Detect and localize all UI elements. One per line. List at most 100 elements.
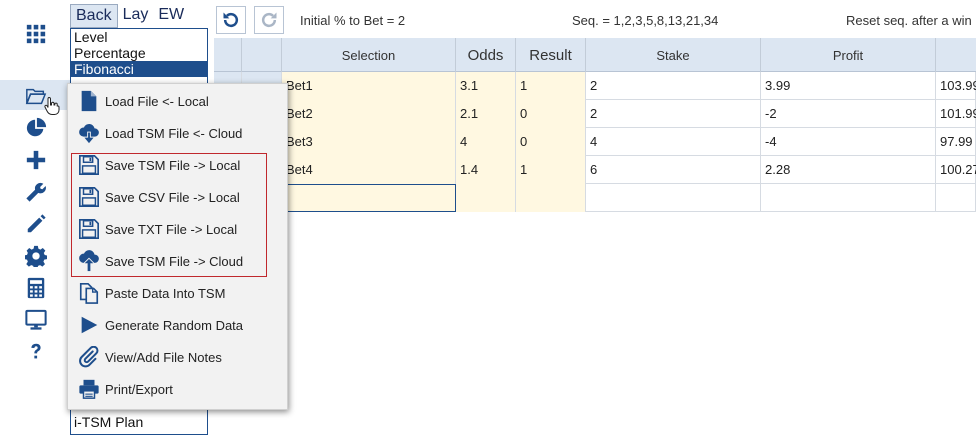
table-row: Bet2 2.1 0 2 -2 101.99: [214, 100, 976, 128]
cell-profit[interactable]: 3.99: [761, 72, 936, 100]
column-header-bank[interactable]: [936, 38, 976, 72]
cell-profit[interactable]: 2.28: [761, 156, 936, 184]
cell-selection[interactable]: Bet2: [282, 100, 456, 128]
cell-result[interactable]: 1: [516, 156, 586, 184]
tab-back[interactable]: Back: [70, 4, 118, 28]
row-handle-header: [242, 38, 282, 72]
menu-item-save-txt-local[interactable]: Save TXT File -> Local: [76, 214, 276, 244]
reset-sequence-text: Reset seq. after a win: [846, 13, 972, 28]
cell-result[interactable]: [516, 184, 586, 212]
menu-item-generate-random-data[interactable]: Generate Random Data: [76, 310, 276, 340]
table-row: Bet4 1.4 1 6 2.28 100.27: [214, 156, 976, 184]
monitor-icon[interactable]: [24, 308, 48, 332]
wrench-icon[interactable]: [24, 180, 48, 204]
menu-item-save-tsm-local[interactable]: Save TSM File -> Local: [76, 150, 276, 180]
column-header-result[interactable]: Result: [516, 38, 586, 72]
cell-profit[interactable]: [761, 184, 936, 212]
column-header-stake[interactable]: Stake: [586, 38, 761, 72]
menu-item-label: View/Add File Notes: [105, 349, 222, 365]
cell-bank[interactable]: 100.27: [936, 156, 976, 184]
method-item-fibonacci[interactable]: Fibonacci: [71, 61, 207, 77]
menu-item-paste-data[interactable]: Paste Data Into TSM: [76, 278, 276, 308]
sequence-text: Seq. = 1,2,3,5,8,13,21,34: [572, 13, 719, 28]
column-header-selection[interactable]: Selection: [282, 38, 456, 72]
cell-stake[interactable]: 4: [586, 128, 761, 156]
redo-icon: [261, 12, 277, 28]
left-icon-rail: [0, 0, 70, 435]
menu-item-file-notes[interactable]: View/Add File Notes: [76, 342, 276, 372]
menu-item-label: Save TXT File -> Local: [105, 221, 238, 237]
bet-type-tabs: Back Lay EW: [70, 4, 208, 28]
cell-result[interactable]: 1: [516, 72, 586, 100]
menu-item-label: Print/Export: [105, 381, 173, 397]
menu-item-print-export[interactable]: Print/Export: [76, 374, 276, 404]
menu-item-label: Save CSV File -> Local: [105, 189, 240, 205]
grid-header-row: Selection Odds Result Stake Profit: [214, 38, 976, 72]
menu-item-label: Generate Random Data: [105, 317, 244, 333]
cell-selection[interactable]: Bet4: [282, 156, 456, 184]
paste-icon: [76, 280, 102, 306]
cell-selection[interactable]: Bet3: [282, 128, 456, 156]
apps-grid-icon[interactable]: [24, 22, 48, 46]
menu-item-save-tsm-cloud[interactable]: Save TSM File -> Cloud: [76, 246, 276, 276]
redo-button[interactable]: [254, 6, 284, 34]
initial-percent-text: Initial % to Bet = 2: [300, 13, 406, 28]
play-icon: [76, 312, 102, 338]
cell-profit[interactable]: -4: [761, 128, 936, 156]
calculator-icon[interactable]: [24, 276, 48, 300]
cell-bank[interactable]: 101.99: [936, 100, 976, 128]
cell-stake[interactable]: 6: [586, 156, 761, 184]
menu-item-label: Load File <- Local: [105, 93, 209, 109]
tab-ew[interactable]: EW: [153, 4, 189, 28]
cell-odds[interactable]: 1.4: [456, 156, 516, 184]
cell-stake[interactable]: 2: [586, 100, 761, 128]
menu-item-save-csv-local[interactable]: Save CSV File -> Local: [76, 182, 276, 212]
menu-item-label: Load TSM File <- Cloud: [105, 125, 243, 141]
plus-icon[interactable]: [24, 148, 48, 172]
cell-bank[interactable]: 97.99: [936, 128, 976, 156]
cell-odds[interactable]: [456, 184, 516, 212]
floppy-disk-icon: [76, 184, 102, 210]
menu-item-label: Paste Data Into TSM: [105, 285, 226, 301]
menu-item-label: Save TSM File -> Local: [105, 157, 241, 173]
column-header-profit[interactable]: Profit: [761, 38, 936, 72]
help-question-icon[interactable]: [24, 340, 48, 364]
row-number-header: [214, 38, 242, 72]
cell-odds[interactable]: 4: [456, 128, 516, 156]
cell-result[interactable]: 0: [516, 100, 586, 128]
cell-bank[interactable]: 103.99: [936, 72, 976, 100]
menu-item-load-tsm-cloud[interactable]: Load TSM File <- Cloud: [76, 118, 276, 148]
cell-odds[interactable]: 3.1: [456, 72, 516, 100]
cell-selection[interactable]: Bet1: [282, 72, 456, 100]
cell-stake[interactable]: 2: [586, 72, 761, 100]
tab-lay[interactable]: Lay: [118, 4, 154, 28]
pie-chart-icon[interactable]: [24, 116, 48, 140]
method-item-itsm-plan[interactable]: i-TSM Plan: [74, 414, 143, 430]
menu-item-load-file-local[interactable]: Load File <- Local: [76, 86, 276, 116]
method-item-level[interactable]: Level: [71, 29, 207, 45]
method-item-percentage[interactable]: Percentage: [71, 45, 207, 61]
table-row: [214, 184, 976, 212]
cell-selection-active[interactable]: [282, 184, 456, 212]
cell-result[interactable]: 0: [516, 128, 586, 156]
undo-button[interactable]: [216, 6, 246, 34]
printer-icon: [76, 376, 102, 402]
table-row: Bet1 3.1 1 2 3.99 103.99: [214, 72, 976, 100]
cell-stake[interactable]: [586, 184, 761, 212]
undo-icon: [223, 12, 239, 28]
cell-profit[interactable]: -2: [761, 100, 936, 128]
column-header-odds[interactable]: Odds: [456, 38, 516, 72]
hand-cursor-icon: [44, 96, 60, 116]
menu-item-label: Save TSM File -> Cloud: [105, 253, 244, 269]
pencil-icon[interactable]: [24, 212, 48, 236]
cloud-download-icon: [76, 120, 102, 146]
floppy-disk-icon: [76, 216, 102, 242]
file-icon: [76, 88, 102, 114]
cell-bank[interactable]: [936, 184, 976, 212]
paperclip-icon: [76, 344, 102, 370]
file-context-menu: Load File <- Local Load TSM File <- Cloud…: [67, 83, 288, 410]
cloud-upload-icon: [76, 248, 102, 274]
toolbar: Initial % to Bet = 2 Seq. = 1,2,3,5,8,13…: [214, 4, 976, 36]
gear-icon[interactable]: [24, 244, 48, 268]
cell-odds[interactable]: 2.1: [456, 100, 516, 128]
